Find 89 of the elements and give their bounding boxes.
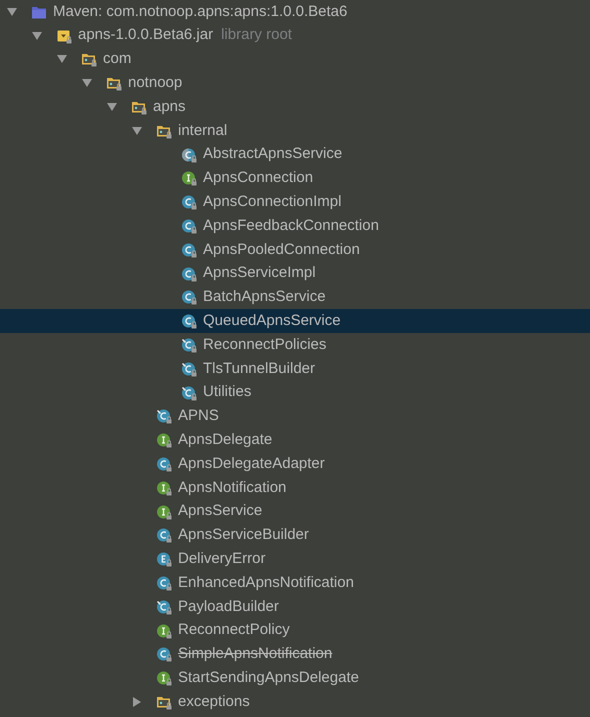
interface-icon (156, 480, 172, 496)
tree-item[interactable]: SimpleApnsNotification (0, 642, 590, 666)
node-label: ApnsService (178, 501, 262, 522)
class-icon (181, 289, 197, 306)
tree-item[interactable]: Utilities (0, 380, 590, 405)
tree-item[interactable]: ApnsFeedbackConnection (0, 214, 590, 238)
package-folder-icon (81, 51, 97, 68)
node-label: APNS (178, 406, 219, 426)
node-label: QueuedApnsService (203, 311, 341, 331)
tree-item[interactable]: BatchApnsService (0, 286, 590, 310)
node-label: BatchApnsService (203, 287, 326, 308)
jar-icon (56, 28, 72, 44)
node-label: ApnsNotification (178, 478, 286, 498)
package-folder-icon (131, 99, 147, 116)
node-label[interactable]: internal (178, 120, 228, 142)
interface-icon (156, 432, 172, 448)
node-label[interactable]: notnoop (128, 72, 182, 95)
final-class-icon (181, 384, 197, 401)
node-label: ApnsConnection (203, 168, 314, 188)
node-label: ReconnectPolicies (203, 334, 326, 355)
node-label[interactable]: apns-1.0.0.Beta6.jar (78, 24, 214, 47)
collapse-arrow-icon[interactable] (31, 30, 43, 42)
interface-icon (156, 504, 172, 520)
class-icon (181, 266, 197, 282)
node-label: SimpleApnsNotification (178, 644, 332, 664)
tree-item[interactable]: ApnsServiceBuilder (0, 524, 590, 548)
interface-icon (181, 170, 197, 186)
node-label: ApnsServiceImpl (203, 263, 316, 284)
tree-item[interactable]: ApnsConnectionImpl (0, 190, 590, 214)
node-label: ApnsFeedbackConnection (203, 216, 379, 236)
node-label: PayloadBuilder (178, 596, 279, 617)
node-label: DeliveryError (178, 548, 266, 569)
final-class-icon (181, 360, 197, 377)
final-class-icon (156, 408, 172, 424)
node-label: ApnsPooledConnection (203, 240, 360, 260)
enum-icon (156, 551, 172, 568)
class-icon (181, 218, 197, 234)
tree-item[interactable]: ApnsNotification (0, 476, 590, 500)
node-label[interactable]: com (103, 48, 132, 71)
tree-item[interactable]: ApnsPooledConnection (0, 238, 590, 262)
final-class-icon (156, 598, 172, 615)
package-folder-icon (156, 694, 172, 710)
expand-arrow-icon[interactable] (131, 696, 143, 708)
abstract-class-icon (181, 146, 197, 163)
tree-item[interactable]: ApnsConnection (0, 166, 590, 190)
node-label[interactable]: Maven: com.notnoop.apns:apns:1.0.0.Beta6 (53, 0, 348, 24)
class-icon (156, 575, 172, 592)
node-label: ReconnectPolicy (178, 620, 290, 640)
tree-item[interactable]: ApnsService (0, 500, 590, 524)
tree-item[interactable]: ReconnectPolicy (0, 618, 590, 643)
library-root-note: library root (221, 25, 292, 46)
tree-item[interactable]: QueuedApnsService (0, 309, 590, 334)
tree-item[interactable]: ApnsDelegate (0, 428, 590, 452)
collapse-arrow-icon[interactable] (6, 6, 18, 18)
package-folder-icon (106, 75, 122, 92)
tree-item[interactable]: DeliveryError (0, 547, 590, 572)
class-icon (181, 194, 197, 210)
interface-icon (156, 622, 172, 639)
node-label: ApnsServiceBuilder (178, 525, 309, 546)
interface-icon (156, 670, 172, 686)
tree-item[interactable]: APNS (0, 404, 590, 428)
node-label: StartSendingApnsDelegate (178, 668, 359, 688)
collapse-arrow-icon[interactable] (81, 77, 93, 90)
node-label: AbstractApnsService (203, 144, 342, 164)
tree-item[interactable]: ApnsDelegateAdapter (0, 452, 590, 476)
tree-item[interactable]: ReconnectPolicies (0, 333, 590, 357)
class-icon (181, 313, 197, 330)
collapse-arrow-icon[interactable] (131, 124, 143, 137)
class-icon (156, 456, 172, 472)
node-label: TlsTunnelBuilder (203, 358, 315, 379)
node-label: ApnsDelegateAdapter (178, 454, 325, 474)
tree-item[interactable]: AbstractApnsService (0, 142, 590, 167)
tree-item[interactable]: TlsTunnelBuilder (0, 356, 590, 381)
node-label: EnhancedApnsNotification (178, 572, 354, 593)
class-icon (156, 646, 172, 662)
node-label: ApnsDelegate (178, 430, 272, 450)
class-icon (156, 527, 172, 544)
tree-item[interactable]: StartSendingApnsDelegate (0, 666, 590, 690)
node-label: ApnsConnectionImpl (203, 192, 342, 212)
tree-item[interactable]: EnhancedApnsNotification (0, 571, 590, 595)
node-label[interactable]: exceptions (178, 690, 250, 714)
node-label: Utilities (203, 382, 252, 402)
class-icon (181, 242, 197, 258)
tree-item[interactable]: PayloadBuilder (0, 594, 590, 619)
collapse-arrow-icon[interactable] (56, 53, 68, 66)
tree-item[interactable]: ApnsServiceImpl (0, 262, 590, 286)
collapse-arrow-icon[interactable] (106, 101, 118, 114)
node-label[interactable]: apns (153, 96, 186, 118)
final-class-icon (181, 337, 197, 354)
